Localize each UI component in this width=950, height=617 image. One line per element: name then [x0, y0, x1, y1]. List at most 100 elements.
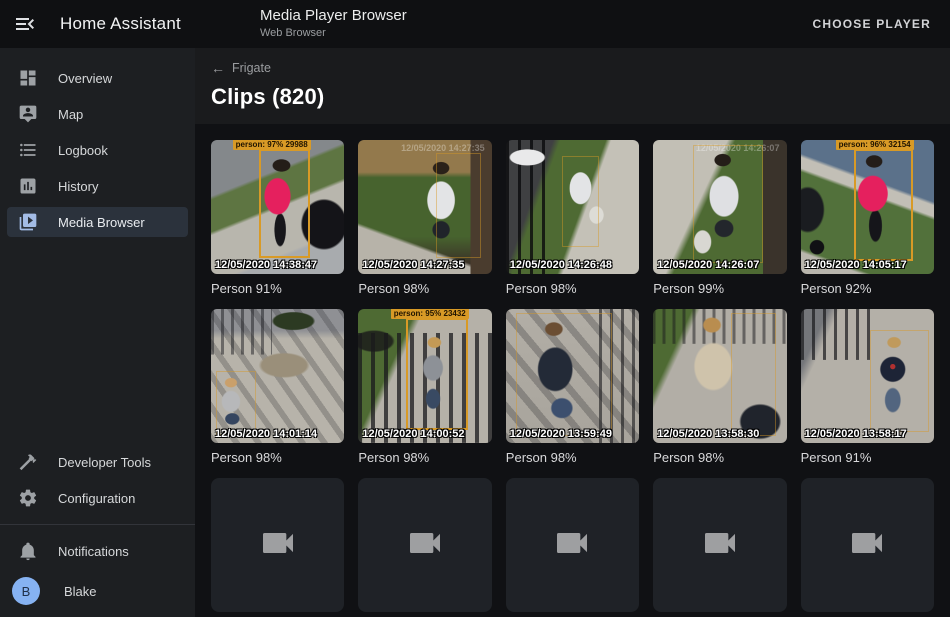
folder-thumbnail [211, 478, 344, 612]
sidebar-item-notifications[interactable]: Notifications [0, 533, 195, 569]
clip-caption: Person 98% [358, 450, 491, 465]
detection-label: person: 96% 32154 [836, 140, 914, 150]
clip-tile[interactable]: 12/05/2020 14:27:35 12/05/2020 14:27:35 … [358, 140, 491, 296]
clip-timestamp: 12/05/2020 13:58:30 [657, 428, 759, 440]
sidebar-item-label: Media Browser [58, 215, 145, 230]
clip-thumbnail: person: 97% 29988 12/05/2020 14:38:47 [211, 140, 344, 274]
tooltip-account-icon [17, 103, 39, 125]
clip-timestamp: 12/05/2020 14:00:52 [362, 428, 464, 440]
clip-timestamp: 12/05/2020 13:58:17 [805, 428, 907, 440]
content-header: ← Frigate Clips (820) [195, 48, 950, 124]
folder-tile-last-month[interactable]: Last Month (318) [653, 478, 786, 617]
profile-name: Blake [64, 584, 97, 599]
video-camera-icon [405, 523, 445, 568]
clip-tile[interactable]: 12/05/2020 14:01:14 Person 98% [211, 309, 344, 465]
detection-bbox [216, 371, 256, 435]
sidebar-item-profile[interactable]: B Blake [0, 569, 195, 613]
sidebar-item-developer-tools[interactable]: Developer Tools [0, 444, 195, 480]
clip-tile[interactable]: person: 95% 23432 12/05/2020 14:00:52 Pe… [358, 309, 491, 465]
choose-player-button[interactable]: CHOOSE PLAYER [806, 0, 937, 48]
sidebar-divider [0, 524, 195, 525]
clip-caption: Person 91% [211, 281, 344, 296]
folder-tile-this-month[interactable]: This Month (502) [506, 478, 639, 617]
ghost-timestamp: 12/05/2020 14:27:35 [401, 143, 485, 153]
detection-bbox [562, 156, 599, 247]
detection-bbox: person: 96% 32154 [854, 149, 913, 260]
clip-timestamp: 12/05/2020 14:27:35 [362, 259, 464, 271]
clip-tile[interactable]: 12/05/2020 14:26:07 12/05/2020 14:26:07 … [653, 140, 786, 296]
clip-caption: Person 98% [653, 450, 786, 465]
sidebar-spacer [0, 240, 195, 444]
breadcrumb-back[interactable]: ← Frigate [211, 61, 271, 75]
back-arrow-icon: ← [211, 61, 225, 75]
detection-label: person: 97% 29988 [233, 140, 311, 150]
clip-thumbnail: 12/05/2020 14:26:07 12/05/2020 14:26:07 [653, 140, 786, 274]
sidebar-item-map[interactable]: Map [0, 96, 195, 132]
sidebar-item-configuration[interactable]: Configuration [0, 480, 195, 516]
chart-box-icon [17, 175, 39, 197]
clip-thumbnail: 12/05/2020 14:26:48 [506, 140, 639, 274]
detection-bbox [870, 330, 929, 432]
video-camera-icon [700, 523, 740, 568]
clip-tile[interactable]: 12/05/2020 13:58:30 Person 98% [653, 309, 786, 465]
sidebar-item-media-browser[interactable]: Media Browser [7, 207, 188, 237]
folder-tile-today[interactable]: Today (164) [211, 478, 344, 617]
clip-tile[interactable]: 12/05/2020 14:26:48 Person 98% [506, 140, 639, 296]
clip-thumbnail: 12/05/2020 14:27:35 12/05/2020 14:27:35 [358, 140, 491, 274]
video-camera-icon [258, 523, 298, 568]
folder-thumbnail [358, 478, 491, 612]
clip-tile[interactable]: 12/05/2020 13:58:17 Person 91% [801, 309, 934, 465]
sidebar-item-overview[interactable]: Overview [0, 60, 195, 96]
avatar: B [12, 577, 40, 605]
folder-tile-back[interactable]: Back (427) [801, 478, 934, 617]
folder-tile-yesterday[interactable]: Yesterday (209) [358, 478, 491, 617]
detection-bbox: person: 95% 23432 [406, 318, 467, 429]
clip-thumbnail: 12/05/2020 14:01:14 [211, 309, 344, 443]
clip-caption: Person 98% [506, 281, 639, 296]
detection-bbox [436, 153, 481, 258]
clips-grid-area: person: 97% 29988 12/05/2020 14:38:47 Pe… [195, 124, 950, 617]
sidebar: Overview Map Logbook History [0, 48, 195, 617]
clip-tile[interactable]: person: 96% 32154 12/05/2020 14:05:17 Pe… [801, 140, 934, 296]
video-camera-icon [552, 523, 592, 568]
clip-caption: Person 98% [506, 450, 639, 465]
sidebar-item-label: Map [58, 107, 83, 122]
clips-grid: person: 97% 29988 12/05/2020 14:38:47 Pe… [211, 140, 934, 617]
clip-thumbnail: 12/05/2020 13:58:17 [801, 309, 934, 443]
detection-bbox [516, 313, 612, 436]
clip-timestamp: 12/05/2020 14:38:47 [215, 259, 317, 271]
sidebar-item-logbook[interactable]: Logbook [0, 132, 195, 168]
media-player-subtitle: Web Browser [260, 27, 407, 41]
detection-bbox [731, 313, 776, 436]
sidebar-item-label: Configuration [58, 491, 135, 506]
sidebar-item-label: Developer Tools [58, 455, 151, 470]
sidebar-item-label: Overview [58, 71, 112, 86]
app-title: Home Assistant [60, 0, 181, 48]
page-title: Clips (820) [211, 84, 934, 110]
clip-tile[interactable]: 12/05/2020 13:59:49 Person 98% [506, 309, 639, 465]
clip-timestamp: 12/05/2020 13:59:49 [510, 428, 612, 440]
clip-timestamp: 12/05/2020 14:26:07 [657, 259, 759, 271]
clip-caption: Person 98% [358, 281, 491, 296]
view-dashboard-icon [17, 67, 39, 89]
folder-thumbnail [506, 478, 639, 612]
media-player-title: Media Player Browser [260, 7, 407, 26]
clip-thumbnail: person: 95% 23432 12/05/2020 14:00:52 [358, 309, 491, 443]
cog-icon [17, 487, 39, 509]
clip-thumbnail: 12/05/2020 13:59:49 [506, 309, 639, 443]
detection-bbox: person: 97% 29988 [259, 149, 310, 258]
media-player-header: Media Player Browser Web Browser [260, 7, 407, 41]
hammer-icon [17, 451, 39, 473]
clip-caption: Person 91% [801, 450, 934, 465]
sidebar-item-history[interactable]: History [0, 168, 195, 204]
video-camera-icon [847, 523, 887, 568]
clip-tile[interactable]: person: 97% 29988 12/05/2020 14:38:47 Pe… [211, 140, 344, 296]
clip-caption: Person 98% [211, 450, 344, 465]
menu-open-icon [13, 24, 37, 39]
play-box-multiple-icon [17, 211, 39, 233]
detection-label: person: 95% 23432 [391, 309, 469, 319]
sidebar-toggle-button[interactable] [13, 12, 37, 36]
sidebar-item-label: Notifications [58, 544, 129, 559]
folder-thumbnail [801, 478, 934, 612]
folder-thumbnail [653, 478, 786, 612]
